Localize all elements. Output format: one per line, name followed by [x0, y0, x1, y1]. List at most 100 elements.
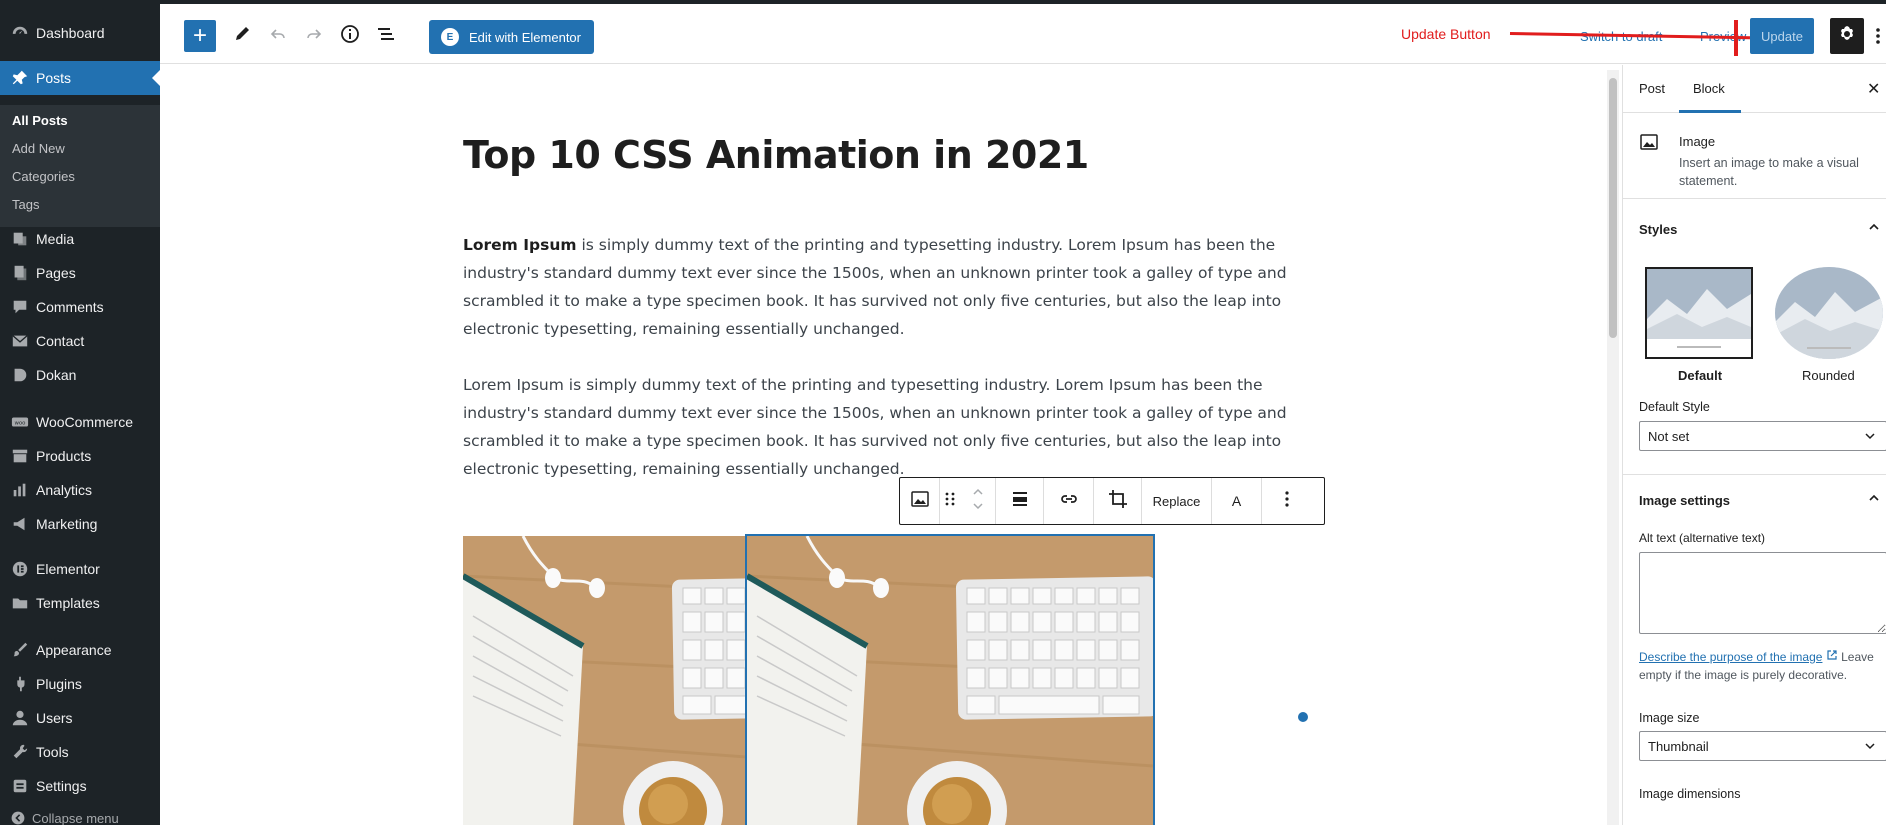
default-style-label: Default Style: [1639, 400, 1710, 414]
style-option-rounded[interactable]: [1775, 267, 1883, 359]
edit-tool-button[interactable]: [228, 22, 256, 50]
close-icon[interactable]: ✕: [1867, 79, 1880, 99]
resize-handle[interactable]: [1296, 710, 1310, 724]
editor-scrollbar[interactable]: [1607, 70, 1619, 825]
sidebar-item-analytics[interactable]: Analytics: [0, 473, 160, 507]
sidebar-item-posts[interactable]: Posts: [0, 61, 160, 95]
chevron-up-icon[interactable]: [1867, 491, 1881, 510]
drag-handle-icon: [945, 491, 955, 512]
comments-icon: [10, 297, 30, 317]
image-settings-title[interactable]: Image settings: [1639, 493, 1730, 508]
alt-text-label: Alt text (alternative text): [1639, 531, 1766, 545]
sidebar-item-dokan[interactable]: Dokan: [0, 358, 160, 392]
sidebar-tabs: Post Block ✕: [1623, 65, 1886, 113]
sidebar-label: Tools: [36, 744, 69, 760]
submenu-all-posts[interactable]: All Posts: [12, 113, 68, 128]
edit-with-elementor-button[interactable]: E Edit with Elementor: [429, 20, 594, 54]
post-title[interactable]: Top 10 CSS Animation in 2021: [463, 133, 1089, 177]
align-button[interactable]: [996, 478, 1044, 524]
list-view-icon: [376, 24, 396, 49]
media-icon: [10, 229, 30, 249]
editor-canvas: Top 10 CSS Animation in 2021 Lorem Ipsum…: [160, 65, 1610, 825]
more-options-button[interactable]: [1874, 26, 1882, 51]
default-style-select[interactable]: Not set: [1639, 421, 1886, 451]
sidebar-item-tools[interactable]: Tools: [0, 735, 160, 769]
alt-text-input[interactable]: [1639, 552, 1886, 634]
sidebar-label: Posts: [36, 70, 72, 86]
tab-block[interactable]: Block: [1693, 81, 1725, 96]
image-block-toolbar: Replace A: [899, 477, 1325, 525]
submenu-tags[interactable]: Tags: [12, 197, 39, 212]
block-type-button[interactable]: [900, 478, 940, 524]
sidebar-label: Analytics: [36, 482, 93, 498]
annotation-marker: [1734, 20, 1738, 56]
add-block-button[interactable]: +: [184, 20, 216, 52]
sidebar-item-products[interactable]: Products: [0, 439, 160, 473]
sidebar-item-comments[interactable]: Comments: [0, 290, 160, 324]
paragraph-text: is simply dummy text of the printing and…: [463, 236, 1287, 338]
submenu-add-new[interactable]: Add New: [12, 141, 65, 156]
sidebar-item-contact[interactable]: Contact: [0, 324, 160, 358]
collapse-menu[interactable]: Collapse menu: [10, 810, 119, 825]
sidebar-item-appearance[interactable]: Appearance: [0, 633, 160, 667]
settings-sidebar: Post Block ✕ Image Insert an image to ma…: [1622, 65, 1886, 825]
sidebar-item-users[interactable]: Users: [0, 701, 160, 735]
sidebar-item-pages[interactable]: Pages: [0, 256, 160, 290]
block-description: Insert an image to make a visual stateme…: [1679, 156, 1859, 188]
replace-button[interactable]: Replace: [1142, 478, 1212, 524]
sidebar-label: Plugins: [36, 676, 82, 692]
sidebar-label: Contact: [36, 333, 85, 349]
sidebar-label: Users: [36, 710, 73, 726]
sidebar-item-elementor[interactable]: Elementor: [0, 552, 160, 586]
collapse-icon: [10, 810, 26, 825]
alt-text-help: Describe the purpose of the image Leave …: [1639, 648, 1879, 684]
info-icon: [340, 24, 360, 49]
block-card: Image Insert an image to make a visual s…: [1623, 114, 1886, 199]
sidebar-item-settings[interactable]: Settings: [0, 769, 160, 803]
crop-icon: [1107, 488, 1129, 515]
details-button[interactable]: [336, 22, 364, 50]
tab-post[interactable]: Post: [1639, 81, 1665, 96]
elementor-logo-icon: E: [441, 28, 459, 46]
style-option-default[interactable]: [1645, 267, 1753, 359]
redo-button[interactable]: [300, 22, 328, 50]
sidebar-item-templates[interactable]: Templates: [0, 586, 160, 620]
move-buttons[interactable]: [960, 478, 996, 524]
sidebar-label: Pages: [36, 265, 76, 281]
settings-toggle-button[interactable]: [1830, 18, 1864, 54]
chevron-down-icon: [1864, 740, 1876, 755]
folder-icon: [10, 593, 30, 613]
gallery-image-selected[interactable]: [745, 534, 1155, 825]
paragraph-block[interactable]: Lorem Ipsum is simply dummy text of the …: [463, 371, 1303, 483]
chevron-up-icon[interactable]: [1867, 220, 1881, 239]
sidebar-label: Media: [36, 231, 75, 247]
undo-button[interactable]: [264, 22, 292, 50]
image-icon: [910, 489, 930, 514]
sidebar-item-woocommerce[interactable]: woo WooCommerce: [0, 405, 160, 439]
gear-icon: [1837, 24, 1857, 49]
crop-button[interactable]: [1094, 478, 1142, 524]
submenu-categories[interactable]: Categories: [12, 169, 75, 184]
align-icon: [1010, 489, 1030, 514]
woo-icon: woo: [10, 412, 30, 432]
describe-purpose-link[interactable]: Describe the purpose of the image: [1639, 650, 1822, 664]
sidebar-item-media[interactable]: Media: [0, 222, 160, 256]
drag-handle[interactable]: [940, 478, 960, 524]
sidebar-item-dashboard[interactable]: Dashboard: [0, 16, 160, 50]
update-button[interactable]: Update: [1750, 18, 1814, 54]
sidebar-label: Settings: [36, 778, 87, 794]
paragraph-block[interactable]: Lorem Ipsum is simply dummy text of the …: [463, 231, 1303, 343]
image-size-select[interactable]: Thumbnail: [1639, 731, 1886, 761]
block-options-button[interactable]: [1262, 478, 1312, 524]
link-button[interactable]: [1044, 478, 1094, 524]
list-view-button[interactable]: [372, 22, 400, 50]
mail-icon: [10, 331, 30, 351]
scrollbar-thumb[interactable]: [1609, 78, 1617, 338]
external-link-icon: [1826, 650, 1838, 664]
sidebar-item-plugins[interactable]: Plugins: [0, 667, 160, 701]
text-overlay-button[interactable]: A: [1212, 478, 1262, 524]
collapse-label: Collapse menu: [32, 810, 119, 825]
styles-panel-title[interactable]: Styles: [1639, 222, 1677, 237]
sidebar-label: Products: [36, 448, 92, 464]
sidebar-item-marketing[interactable]: Marketing: [0, 507, 160, 541]
